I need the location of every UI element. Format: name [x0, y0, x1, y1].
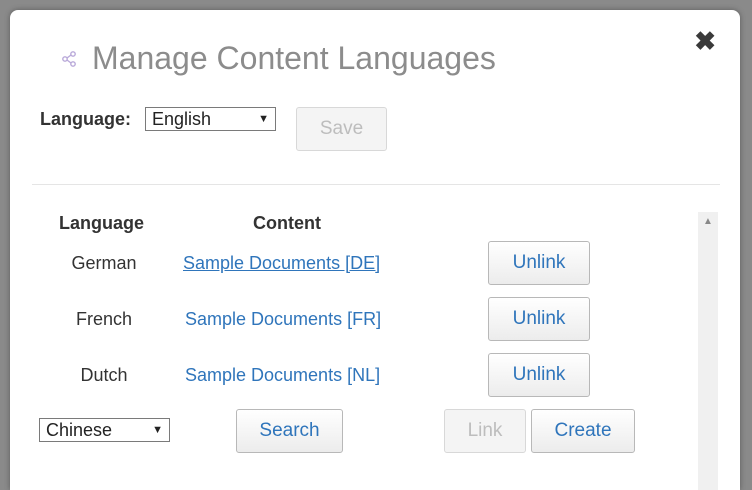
row-language-dutch: Dutch: [80, 365, 128, 385]
unlink-button-dutch[interactable]: Unlink: [488, 353, 590, 397]
share-icon: [62, 50, 76, 67]
content-link-de[interactable]: Sample Documents [DE]: [183, 253, 380, 274]
create-button[interactable]: Create: [531, 409, 635, 453]
column-header-content: Content: [253, 213, 321, 233]
language-select-value: English: [152, 108, 212, 129]
row-language-german: German: [71, 253, 137, 273]
new-language-select[interactable]: Chinese ▼: [39, 418, 170, 442]
link-button[interactable]: Link: [444, 409, 526, 453]
content-link-fr[interactable]: Sample Documents [FR]: [185, 309, 381, 330]
language-label: Language:: [40, 108, 132, 129]
unlink-button-french[interactable]: Unlink: [488, 297, 590, 341]
search-button[interactable]: Search: [236, 409, 343, 453]
chevron-down-icon: ▼: [258, 113, 270, 125]
unlink-button-german[interactable]: Unlink: [488, 241, 590, 285]
divider: [32, 184, 720, 185]
row-language-french: French: [75, 309, 133, 329]
scrollbar[interactable]: ▲: [698, 212, 718, 490]
close-icon[interactable]: ✖: [694, 28, 716, 54]
manage-languages-dialog: Manage Content Languages ✖ Language: Eng…: [10, 10, 740, 490]
content-link-nl[interactable]: Sample Documents [NL]: [185, 365, 380, 386]
scroll-up-arrow-icon[interactable]: ▲: [698, 216, 718, 227]
dialog-header: Manage Content Languages: [60, 40, 496, 77]
new-language-select-value: Chinese: [46, 419, 113, 440]
column-header-language: Language: [59, 213, 145, 233]
chevron-down-icon: ▼: [152, 424, 163, 436]
dialog-title: Manage Content Languages: [92, 40, 496, 76]
save-button[interactable]: Save: [296, 107, 387, 151]
language-selector-row: Language: English ▼: [40, 107, 277, 131]
language-select[interactable]: English ▼: [145, 107, 277, 131]
